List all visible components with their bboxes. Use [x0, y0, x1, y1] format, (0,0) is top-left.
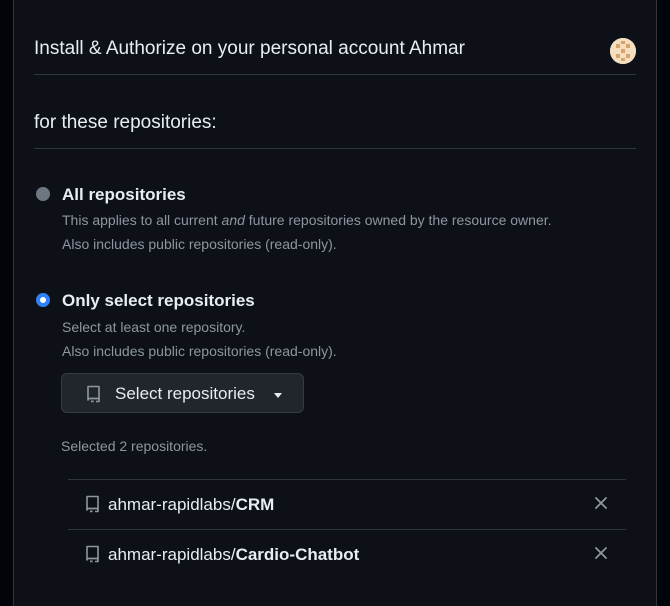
- repositories-section-title: for these repositories:: [34, 112, 636, 149]
- selected-count: Selected 2 repositories.: [61, 438, 208, 454]
- list-item: ahmar-rapidlabs/Cardio-Chatbot: [68, 529, 626, 579]
- select-repositories-button[interactable]: Select repositories: [61, 373, 304, 413]
- repo-icon: [86, 495, 99, 513]
- install-title: Install & Authorize on your personal acc…: [34, 38, 465, 59]
- all-repositories-radio[interactable]: [36, 187, 50, 201]
- remove-repository-close-icon[interactable]: [592, 494, 610, 512]
- select-repositories-radio[interactable]: [36, 293, 50, 307]
- all-repositories-label[interactable]: All repositories: [62, 185, 186, 205]
- list-item: ahmar-rapidlabs/CRM: [68, 479, 626, 529]
- repo-icon: [87, 385, 100, 403]
- selected-repositories-list: ahmar-rapidlabs/CRM ahmar-rapidlabs/Card…: [68, 479, 626, 579]
- select-repositories-description: Select at least one repository.: [62, 319, 246, 335]
- caret-down-icon: [274, 393, 282, 398]
- identicon-avatar-icon: [610, 38, 636, 64]
- avatar[interactable]: [610, 38, 636, 64]
- select-repositories-button-label: Select repositories: [115, 384, 255, 403]
- repository-name: ahmar-rapidlabs/CRM: [108, 495, 275, 514]
- remove-repository-close-icon[interactable]: [592, 544, 610, 562]
- select-repositories-label[interactable]: Only select repositories: [62, 291, 255, 311]
- install-panel: Install & Authorize on your personal acc…: [13, 0, 657, 606]
- repo-icon: [86, 545, 99, 563]
- select-repositories-note: Also includes public repositories (read-…: [62, 343, 337, 359]
- repository-name: ahmar-rapidlabs/Cardio-Chatbot: [108, 545, 360, 564]
- all-repositories-description: This applies to all current and future r…: [62, 212, 552, 228]
- account-header: Install & Authorize on your personal acc…: [34, 34, 636, 75]
- all-repositories-note: Also includes public repositories (read-…: [62, 236, 337, 252]
